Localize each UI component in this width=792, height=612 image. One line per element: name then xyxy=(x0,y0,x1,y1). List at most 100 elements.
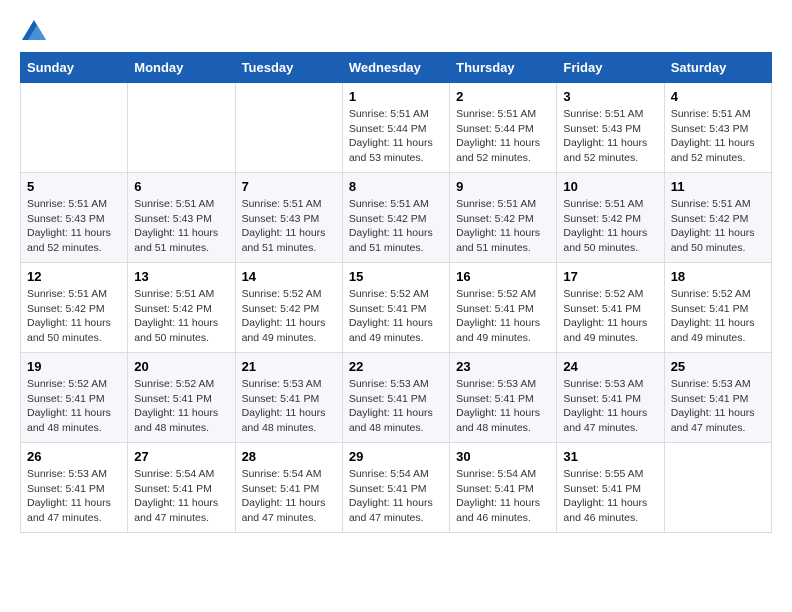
calendar-cell: 6 Sunrise: 5:51 AM Sunset: 5:43 PM Daylig… xyxy=(128,173,235,263)
calendar-cell: 10 Sunrise: 5:51 AM Sunset: 5:42 PM Dayli… xyxy=(557,173,664,263)
day-number: 12 xyxy=(27,269,121,284)
calendar-cell: 22 Sunrise: 5:53 AM Sunset: 5:41 PM Dayli… xyxy=(342,353,449,443)
calendar-cell: 25 Sunrise: 5:53 AM Sunset: 5:41 PM Dayli… xyxy=(664,353,771,443)
calendar-cell: 23 Sunrise: 5:53 AM Sunset: 5:41 PM Dayli… xyxy=(450,353,557,443)
calendar-cell: 20 Sunrise: 5:52 AM Sunset: 5:41 PM Dayli… xyxy=(128,353,235,443)
day-info: Sunrise: 5:52 AM Sunset: 5:42 PM Dayligh… xyxy=(242,287,336,346)
calendar-cell xyxy=(21,83,128,173)
day-info: Sunrise: 5:53 AM Sunset: 5:41 PM Dayligh… xyxy=(456,377,550,436)
day-info: Sunrise: 5:54 AM Sunset: 5:41 PM Dayligh… xyxy=(242,467,336,526)
day-info: Sunrise: 5:51 AM Sunset: 5:43 PM Dayligh… xyxy=(242,197,336,256)
day-number: 20 xyxy=(134,359,228,374)
calendar-cell: 11 Sunrise: 5:51 AM Sunset: 5:42 PM Dayli… xyxy=(664,173,771,263)
day-info: Sunrise: 5:52 AM Sunset: 5:41 PM Dayligh… xyxy=(349,287,443,346)
day-number: 1 xyxy=(349,89,443,104)
day-number: 18 xyxy=(671,269,765,284)
calendar-cell: 24Sunrise: 5:53 AM Sunset: 5:41 PM Dayli… xyxy=(557,353,664,443)
day-info: Sunrise: 5:52 AM Sunset: 5:41 PM Dayligh… xyxy=(563,287,657,346)
calendar-cell: 12 Sunrise: 5:51 AM Sunset: 5:42 PM Dayli… xyxy=(21,263,128,353)
day-number: 22 xyxy=(349,359,443,374)
calendar-cell: 17Sunrise: 5:52 AM Sunset: 5:41 PM Dayli… xyxy=(557,263,664,353)
day-number: 9 xyxy=(456,179,550,194)
calendar-cell: 28 Sunrise: 5:54 AM Sunset: 5:41 PM Dayli… xyxy=(235,443,342,533)
day-info: Sunrise: 5:51 AM Sunset: 5:42 PM Dayligh… xyxy=(27,287,121,346)
day-info: Sunrise: 5:51 AM Sunset: 5:43 PM Dayligh… xyxy=(134,197,228,256)
week-row-5: 26 Sunrise: 5:53 AM Sunset: 5:41 PM Dayli… xyxy=(21,443,772,533)
calendar-cell: 19 Sunrise: 5:52 AM Sunset: 5:41 PM Dayli… xyxy=(21,353,128,443)
day-info: Sunrise: 5:53 AM Sunset: 5:41 PM Dayligh… xyxy=(671,377,765,436)
day-info: Sunrise: 5:54 AM Sunset: 5:41 PM Dayligh… xyxy=(456,467,550,526)
calendar-cell xyxy=(235,83,342,173)
day-number: 7 xyxy=(242,179,336,194)
day-number: 24 xyxy=(563,359,657,374)
week-row-2: 5 Sunrise: 5:51 AM Sunset: 5:43 PM Daylig… xyxy=(21,173,772,263)
page-header xyxy=(20,20,772,36)
day-number: 28 xyxy=(242,449,336,464)
week-row-4: 19 Sunrise: 5:52 AM Sunset: 5:41 PM Dayli… xyxy=(21,353,772,443)
day-number: 29 xyxy=(349,449,443,464)
calendar-cell xyxy=(664,443,771,533)
calendar-cell: 7 Sunrise: 5:51 AM Sunset: 5:43 PM Daylig… xyxy=(235,173,342,263)
calendar-cell: 2 Sunrise: 5:51 AM Sunset: 5:44 PM Daylig… xyxy=(450,83,557,173)
day-info: Sunrise: 5:52 AM Sunset: 5:41 PM Dayligh… xyxy=(134,377,228,436)
header-day-saturday: Saturday xyxy=(664,53,771,83)
day-number: 25 xyxy=(671,359,765,374)
day-number: 4 xyxy=(671,89,765,104)
day-number: 5 xyxy=(27,179,121,194)
calendar-cell: 16 Sunrise: 5:52 AM Sunset: 5:41 PM Dayli… xyxy=(450,263,557,353)
day-info: Sunrise: 5:54 AM Sunset: 5:41 PM Dayligh… xyxy=(349,467,443,526)
day-info: Sunrise: 5:51 AM Sunset: 5:44 PM Dayligh… xyxy=(349,107,443,166)
day-info: Sunrise: 5:51 AM Sunset: 5:43 PM Dayligh… xyxy=(563,107,657,166)
day-number: 26 xyxy=(27,449,121,464)
calendar-cell: 31 Sunrise: 5:55 AM Sunset: 5:41 PM Dayli… xyxy=(557,443,664,533)
calendar-cell: 14Sunrise: 5:52 AM Sunset: 5:42 PM Dayli… xyxy=(235,263,342,353)
day-info: Sunrise: 5:51 AM Sunset: 5:44 PM Dayligh… xyxy=(456,107,550,166)
day-info: Sunrise: 5:53 AM Sunset: 5:41 PM Dayligh… xyxy=(349,377,443,436)
header-row: SundayMondayTuesdayWednesdayThursdayFrid… xyxy=(21,53,772,83)
day-info: Sunrise: 5:52 AM Sunset: 5:41 PM Dayligh… xyxy=(27,377,121,436)
day-number: 15 xyxy=(349,269,443,284)
day-number: 2 xyxy=(456,89,550,104)
day-info: Sunrise: 5:51 AM Sunset: 5:43 PM Dayligh… xyxy=(27,197,121,256)
day-number: 6 xyxy=(134,179,228,194)
header-day-monday: Monday xyxy=(128,53,235,83)
header-day-wednesday: Wednesday xyxy=(342,53,449,83)
calendar-cell: 15 Sunrise: 5:52 AM Sunset: 5:41 PM Dayli… xyxy=(342,263,449,353)
day-number: 31 xyxy=(563,449,657,464)
calendar-cell: 4 Sunrise: 5:51 AM Sunset: 5:43 PM Daylig… xyxy=(664,83,771,173)
day-info: Sunrise: 5:51 AM Sunset: 5:43 PM Dayligh… xyxy=(671,107,765,166)
calendar-cell: 3 Sunrise: 5:51 AM Sunset: 5:43 PM Daylig… xyxy=(557,83,664,173)
calendar-cell: 9 Sunrise: 5:51 AM Sunset: 5:42 PM Daylig… xyxy=(450,173,557,263)
day-number: 10 xyxy=(563,179,657,194)
calendar-cell: 18 Sunrise: 5:52 AM Sunset: 5:41 PM Dayli… xyxy=(664,263,771,353)
day-info: Sunrise: 5:51 AM Sunset: 5:42 PM Dayligh… xyxy=(671,197,765,256)
day-info: Sunrise: 5:55 AM Sunset: 5:41 PM Dayligh… xyxy=(563,467,657,526)
week-row-1: 1 Sunrise: 5:51 AM Sunset: 5:44 PM Daylig… xyxy=(21,83,772,173)
calendar-cell: 13 Sunrise: 5:51 AM Sunset: 5:42 PM Dayli… xyxy=(128,263,235,353)
day-number: 13 xyxy=(134,269,228,284)
day-number: 23 xyxy=(456,359,550,374)
logo-icon xyxy=(22,20,46,40)
calendar-cell: 1 Sunrise: 5:51 AM Sunset: 5:44 PM Daylig… xyxy=(342,83,449,173)
calendar-cell: 8Sunrise: 5:51 AM Sunset: 5:42 PM Daylig… xyxy=(342,173,449,263)
day-number: 19 xyxy=(27,359,121,374)
calendar-cell: 29 Sunrise: 5:54 AM Sunset: 5:41 PM Dayli… xyxy=(342,443,449,533)
day-info: Sunrise: 5:51 AM Sunset: 5:42 PM Dayligh… xyxy=(134,287,228,346)
day-number: 16 xyxy=(456,269,550,284)
calendar-cell xyxy=(128,83,235,173)
day-info: Sunrise: 5:52 AM Sunset: 5:41 PM Dayligh… xyxy=(671,287,765,346)
day-info: Sunrise: 5:53 AM Sunset: 5:41 PM Dayligh… xyxy=(27,467,121,526)
calendar-cell: 21Sunrise: 5:53 AM Sunset: 5:41 PM Dayli… xyxy=(235,353,342,443)
day-number: 11 xyxy=(671,179,765,194)
day-number: 3 xyxy=(563,89,657,104)
day-info: Sunrise: 5:51 AM Sunset: 5:42 PM Dayligh… xyxy=(456,197,550,256)
day-info: Sunrise: 5:51 AM Sunset: 5:42 PM Dayligh… xyxy=(563,197,657,256)
day-info: Sunrise: 5:52 AM Sunset: 5:41 PM Dayligh… xyxy=(456,287,550,346)
week-row-3: 12 Sunrise: 5:51 AM Sunset: 5:42 PM Dayli… xyxy=(21,263,772,353)
day-info: Sunrise: 5:51 AM Sunset: 5:42 PM Dayligh… xyxy=(349,197,443,256)
calendar-cell: 26 Sunrise: 5:53 AM Sunset: 5:41 PM Dayli… xyxy=(21,443,128,533)
day-number: 30 xyxy=(456,449,550,464)
header-day-friday: Friday xyxy=(557,53,664,83)
calendar-cell: 27Sunrise: 5:54 AM Sunset: 5:41 PM Dayli… xyxy=(128,443,235,533)
calendar-cell: 5 Sunrise: 5:51 AM Sunset: 5:43 PM Daylig… xyxy=(21,173,128,263)
